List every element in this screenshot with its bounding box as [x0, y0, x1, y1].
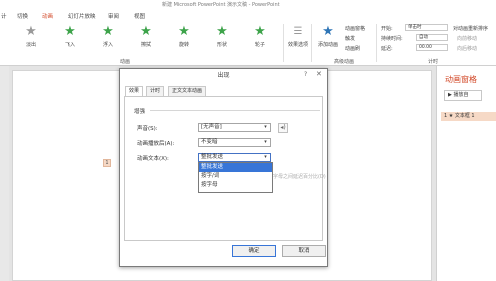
delay-label: 延迟:: [381, 46, 393, 52]
title-bar: 新建 Microsoft PowerPoint 演示文稿 - PowerPoin…: [0, 0, 496, 10]
close-icon[interactable]: ✕: [316, 70, 322, 78]
group-advanced-label: 高级动画: [334, 59, 355, 65]
start-select[interactable]: 单击时: [405, 24, 448, 31]
star-icon: ★: [254, 24, 266, 39]
dialog-title: 出现: [217, 72, 230, 79]
effect-options-button[interactable]: ☰ 效果选项: [285, 24, 311, 54]
tab-text-animation[interactable]: 正文文本动画: [168, 86, 207, 96]
effect-spin[interactable]: ★ 旋转: [169, 24, 199, 54]
sound-select[interactable]: [无声音] ▾: [198, 123, 271, 132]
dropdown-option[interactable]: 整批发送: [199, 163, 272, 172]
sound-label: 声音(S):: [137, 126, 158, 132]
animation-list-item[interactable]: 1 ★ 文本框 1: [441, 112, 496, 121]
tab-slideshow[interactable]: 幻灯片放映: [68, 12, 96, 20]
animate-text-label: 动画文本(X):: [137, 156, 169, 162]
animate-text-select[interactable]: 整批发送 ▾: [198, 153, 271, 162]
dropdown-option[interactable]: 按字/词: [199, 172, 272, 181]
effect-label: 形状: [216, 42, 227, 48]
animate-text-dropdown: 整批发送 按字/词 按字母: [198, 162, 273, 193]
ok-button[interactable]: 确定: [232, 245, 276, 257]
effect-shape[interactable]: ★ 形状: [207, 24, 237, 54]
star-icon: ★: [178, 24, 190, 39]
add-animation-button[interactable]: ★ 添加动画: [313, 24, 343, 54]
section-divider: [150, 110, 320, 111]
speaker-icon[interactable]: ◂): [278, 123, 288, 133]
sound-value: [无声音]: [201, 124, 222, 130]
tab-view[interactable]: 视图: [134, 12, 145, 20]
slide-thumbnail-panel: [0, 66, 9, 281]
delay-input[interactable]: 00.00: [416, 44, 448, 51]
move-later-button[interactable]: 向后移动: [457, 45, 477, 52]
start-label: 开始:: [381, 26, 393, 32]
chevron-down-icon: ▾: [264, 154, 267, 160]
help-icon[interactable]: ?: [304, 71, 307, 78]
star-icon: ★: [216, 24, 228, 39]
after-animation-select[interactable]: 不变暗 ▾: [198, 138, 271, 147]
effect-options-icon: ☰: [293, 26, 303, 37]
divider: [283, 24, 284, 62]
star-icon: ★: [102, 24, 114, 39]
star-icon: ★: [64, 24, 76, 39]
divider: [376, 24, 377, 62]
effect-label: 淡出: [25, 42, 36, 48]
group-animation-label: 动画: [120, 59, 131, 65]
star-icon: ★: [140, 24, 152, 39]
add-animation-label: 添加动画: [317, 42, 338, 48]
after-animation-label: 动画播放后(A):: [137, 141, 175, 147]
duration-label: 持续时间:: [381, 36, 403, 42]
effect-label: 轮子: [254, 42, 265, 48]
animation-pane: 动画窗格 ▶ 播放自 1 ★ 文本框 1: [436, 66, 496, 281]
animate-text-value: 整批发送: [201, 154, 224, 160]
pane-title: 动画窗格: [445, 75, 477, 84]
effect-wheel[interactable]: ★ 轮子: [245, 24, 275, 54]
effect-wipe[interactable]: ★ 擦拭: [131, 24, 161, 54]
animation-pane-button[interactable]: 动画窗格: [345, 25, 365, 32]
after-animation-value: 不变暗: [201, 139, 218, 145]
animation-painter-button[interactable]: 动画刷: [345, 45, 360, 52]
tab-transitions[interactable]: 切换: [17, 12, 28, 20]
animation-marker[interactable]: 1: [103, 159, 111, 167]
effect-label: 飞入: [64, 42, 75, 48]
delay-between-letters-label: 字母之间延迟百分比(D): [273, 174, 326, 180]
cancel-button[interactable]: 取消: [282, 245, 326, 257]
effect-label: 浮入: [102, 42, 113, 48]
effect-options-label: 效果选项: [287, 42, 308, 48]
effect-fade[interactable]: ★ 淡出: [16, 24, 46, 54]
divider: [311, 24, 312, 62]
duration-input[interactable]: 自动: [416, 34, 448, 41]
effect-label: 旋转: [178, 42, 189, 48]
play-from-button[interactable]: ▶ 播放自: [444, 90, 482, 101]
add-animation-icon: ★: [322, 24, 334, 39]
tab-design[interactable]: 计: [1, 12, 7, 20]
chevron-down-icon: ▾: [264, 124, 267, 130]
section-enhancements: 增强: [134, 109, 146, 115]
chevron-down-icon: ▾: [264, 139, 267, 145]
star-icon: ★: [25, 24, 37, 39]
effect-fly-in[interactable]: ★ 飞入: [55, 24, 85, 54]
group-timing-label: 计时: [428, 59, 439, 65]
tab-timing[interactable]: 计时: [146, 86, 165, 96]
effect-float-in[interactable]: ★ 浮入: [93, 24, 123, 54]
reorder-title: 对动画重新排序: [453, 26, 489, 32]
effect-label: 擦拭: [140, 42, 151, 48]
window-title: 新建 Microsoft PowerPoint 演示文稿 - PowerPoin…: [162, 2, 280, 8]
play-from-label: 播放自: [453, 92, 469, 98]
appear-effect-dialog: 出现 ? ✕ 效果 计时 正文文本动画 增强 声音(S): [无声音] ▾ ◂)…: [119, 68, 328, 267]
ribbon: ★ 淡出 ★ 飞入 ★ 浮入 ★ 擦拭 ★ 旋转 ★ 形状 ★ 轮子 动画 ☰ …: [0, 21, 496, 66]
move-earlier-button[interactable]: 向前移动: [457, 35, 477, 42]
trigger-button[interactable]: 触发: [345, 35, 355, 42]
ribbon-tabs: 计 切换 动画 幻灯片放映 审阅 视图: [0, 10, 496, 22]
dropdown-option[interactable]: 按字母: [199, 181, 272, 190]
tab-review[interactable]: 审阅: [108, 12, 119, 20]
